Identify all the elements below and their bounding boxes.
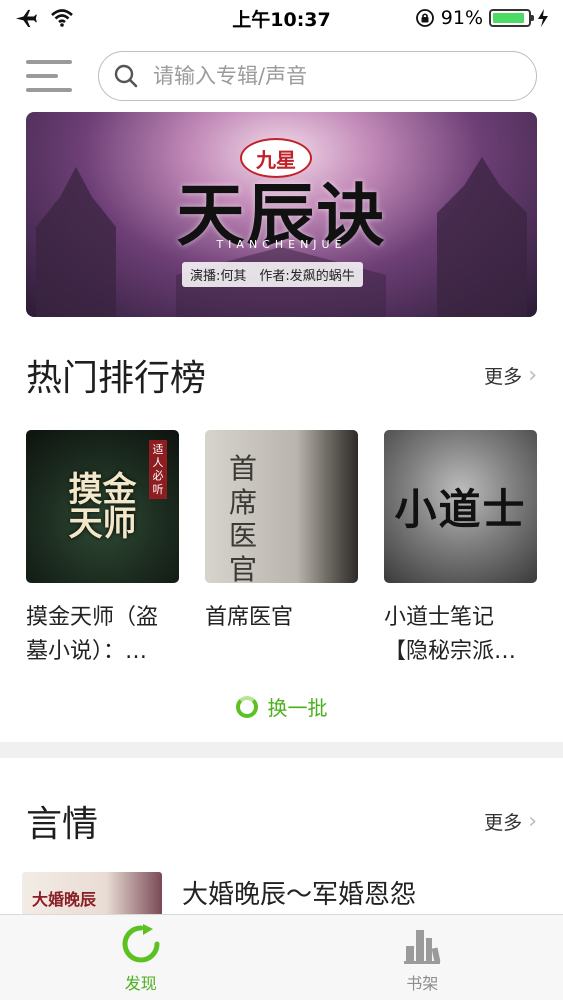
battery-fill [493,13,524,23]
section-divider [0,742,563,758]
battery-percent: 91% [440,7,483,29]
battery-icon [489,9,534,27]
search-bar[interactable] [98,51,537,101]
menu-line [26,88,72,92]
status-right: 91% [415,7,549,29]
menu-line [26,74,58,78]
menu-line [26,60,72,64]
refresh-icon [235,695,258,718]
header [0,44,563,108]
cover-tag: 适人必听 [149,440,167,499]
hot-more-link[interactable]: 更多 › [484,362,537,389]
cover-text: 摸金天师 [68,469,137,544]
chevron-right-icon: › [528,808,537,834]
tab-bookshelf[interactable]: 书架 [282,915,563,1000]
book-card[interactable]: 小道士 小道士笔记【隐秘宗派… [384,430,537,669]
chevron-right-icon: › [528,362,537,388]
tab-label: 书架 [406,974,439,993]
book-title: 摸金天师（盗墓小说）：… [26,605,159,664]
cover-text: 小道士 [394,485,527,534]
hot-section-header: 热门排行榜 更多 › [26,350,537,400]
status-bar: 上午10:37 91% [0,0,563,36]
refresh-batch-button[interactable]: 换一批 [0,692,563,721]
cover-text: 大婚晚辰 [32,890,97,909]
book-cover: 小道士 [384,430,537,583]
banner[interactable]: 九星 天辰诀 TIANCHENJUE 演播:何其 作者:发飙的蜗牛 [26,112,537,317]
tab-discover[interactable]: 发现 [0,915,282,1000]
more-label: 更多 [484,365,523,388]
refresh-discover-icon [122,924,160,963]
banner-subtitle: TIANCHENJUE [216,238,347,251]
romance-more-link[interactable]: 更多 › [484,808,537,835]
book-cover: 摸金天师 适人必听 [26,430,179,583]
romance-section-header: 言情 更多 › [26,796,537,846]
wifi-icon [51,9,73,27]
bookshelf-icon [404,930,441,964]
charging-bolt-icon [538,9,548,27]
menu-icon[interactable] [26,55,72,97]
airplane-icon [15,9,37,27]
book-cover: 首席医官 [205,430,358,583]
cover-text: 首席医官 [229,452,258,583]
romance-section-title: 言情 [26,804,99,845]
book-card[interactable]: 摸金天师 适人必听 摸金天师（盗墓小说）：… [26,430,179,669]
book-title: 小道士笔记【隐秘宗派… [384,605,517,664]
tab-bar: 发现 书架 [0,914,563,1000]
hot-section-title: 热门排行榜 [26,358,207,399]
hot-list: 摸金天师 适人必听 摸金天师（盗墓小说）：… 首席医官 首席医官 小道士 小道士… [26,430,537,669]
book-card[interactable]: 首席医官 首席医官 [205,430,358,669]
rotation-lock-icon [415,9,434,27]
search-icon [114,64,138,88]
more-label: 更多 [484,811,523,834]
search-input[interactable] [153,64,522,88]
refresh-label: 换一批 [267,696,328,720]
tab-label: 发现 [124,974,157,993]
banner-credit: 演播:何其 作者:发飙的蜗牛 [182,262,363,287]
book-title: 首席医官 [205,605,294,630]
status-left [14,8,74,28]
